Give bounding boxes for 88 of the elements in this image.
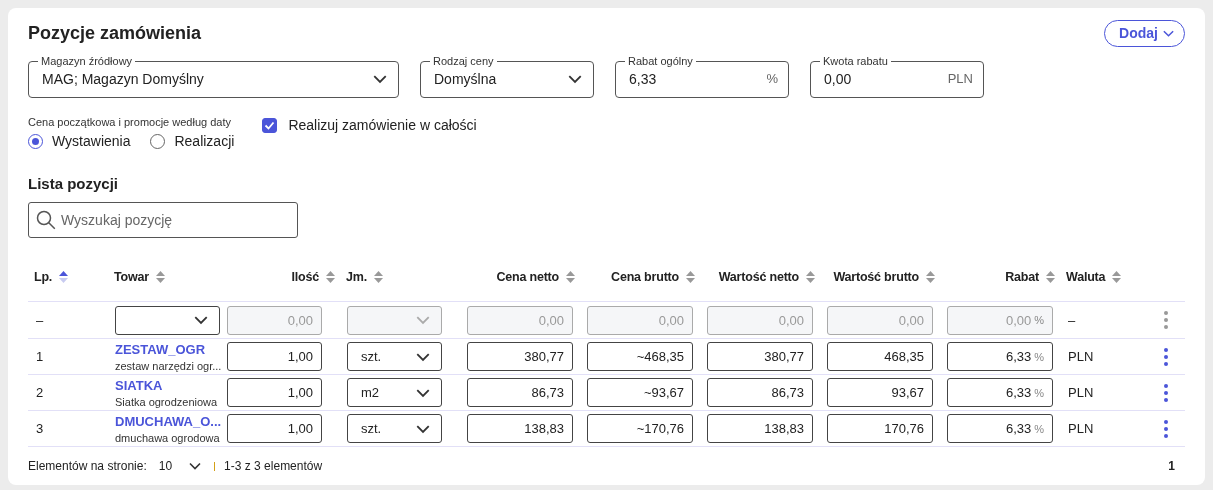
- more-options-icon[interactable]: [1164, 347, 1168, 366]
- sort-icon[interactable]: [1112, 270, 1122, 283]
- table-cell: PLN: [1067, 421, 1094, 436]
- check-icon: [264, 119, 276, 131]
- number-input[interactable]: 93,67: [827, 378, 933, 407]
- product-select[interactable]: [115, 305, 220, 335]
- select-field[interactable]: Rodzaj ceny Domyślna: [420, 55, 594, 98]
- column-header[interactable]: Cena netto: [496, 269, 559, 284]
- sort-icon[interactable]: [155, 270, 165, 283]
- section-title: Pozycje zamówienia: [28, 22, 202, 44]
- unit-label: %: [766, 71, 778, 86]
- table-cell: 1: [35, 349, 44, 364]
- sort-icon[interactable]: [59, 270, 69, 283]
- number-input[interactable]: 6,33 %: [947, 342, 1053, 371]
- more-options-icon[interactable]: [1164, 383, 1168, 402]
- number-input[interactable]: 1,00: [227, 342, 322, 371]
- more-options-icon[interactable]: [1164, 419, 1168, 438]
- number-input[interactable]: 380,77: [467, 342, 573, 371]
- input-field[interactable]: Rabat ogólny 6,33 %: [615, 55, 789, 98]
- number-input[interactable]: 86,73: [707, 378, 813, 407]
- product-name: dmuchawa ogrodowa: [115, 431, 221, 444]
- field-label: Rabat ogólny: [627, 55, 694, 67]
- column-header[interactable]: Towar: [114, 269, 149, 284]
- sort-icon[interactable]: [926, 270, 935, 283]
- sort-icon[interactable]: [566, 270, 575, 283]
- number-input[interactable]: ~170,76: [587, 414, 693, 443]
- number-input[interactable]: 468,35: [827, 342, 933, 371]
- checkbox-label: Realizuj zamówienie w całości: [288, 117, 477, 133]
- select-field[interactable]: Magazyn źródłowy MAG; Magazyn Domyślny: [28, 55, 399, 98]
- table-cell: –: [35, 312, 44, 328]
- number-input[interactable]: 1,00: [227, 414, 322, 443]
- unit-select[interactable]: m2: [347, 378, 442, 407]
- field-label: Magazyn źródłowy: [40, 55, 134, 67]
- field-value: MAG; Magazyn Domyślny: [42, 70, 204, 87]
- product-code-link[interactable]: DMUCHAWA_O...: [115, 413, 222, 429]
- column-header[interactable]: Jm.: [346, 269, 367, 284]
- search-field[interactable]: Wyszukaj pozycję: [28, 202, 298, 238]
- field-value: Domyślna: [434, 70, 497, 87]
- add-button[interactable]: Dodaj: [1104, 19, 1185, 47]
- number-input[interactable]: 138,83: [707, 414, 813, 443]
- number-input[interactable]: 138,83: [467, 414, 573, 443]
- number-input[interactable]: 6,33 %: [947, 414, 1053, 443]
- product-name: Siatka ogrodzeniowa: [115, 395, 218, 408]
- number-input[interactable]: ~93,67: [587, 378, 693, 407]
- number-input[interactable]: 1,00: [227, 378, 322, 407]
- sort-icon[interactable]: [686, 270, 695, 283]
- table-cell: PLN: [1067, 385, 1094, 400]
- product-code-link[interactable]: ZESTAW_OGR: [115, 341, 222, 357]
- unit-select[interactable]: szt.: [347, 342, 442, 371]
- product-code-link[interactable]: SIATKA: [115, 377, 218, 393]
- table-cell: –: [1067, 312, 1076, 328]
- sort-icon[interactable]: [806, 270, 815, 283]
- table-cell: 2: [35, 385, 44, 400]
- number-input[interactable]: 86,73: [467, 378, 573, 407]
- checkbox[interactable]: [262, 117, 278, 133]
- field-value: 0,00: [824, 70, 852, 87]
- number-input[interactable]: 380,77: [707, 342, 813, 371]
- table-cell: 3: [35, 421, 44, 436]
- unit-select[interactable]: szt.: [347, 414, 442, 443]
- list-title: Lista pozycji: [28, 175, 120, 192]
- page-size-select[interactable]: 10: [158, 459, 203, 473]
- column-header[interactable]: Waluta: [1066, 269, 1106, 284]
- column-header[interactable]: Wartość netto: [718, 269, 799, 284]
- column-header[interactable]: Ilość: [291, 269, 319, 284]
- unit-label: PLN: [947, 71, 973, 86]
- range-label: 1-3 z 3 elementów: [224, 459, 323, 473]
- field-value: 6,33: [629, 70, 657, 87]
- column-header[interactable]: Cena brutto: [611, 269, 679, 284]
- input-field[interactable]: Kwota rabatu 0,00 PLN: [810, 55, 984, 98]
- field-label: Rodzaj ceny: [432, 55, 495, 67]
- column-header[interactable]: Lp.: [34, 269, 53, 284]
- sort-icon[interactable]: [373, 270, 383, 283]
- product-name: zestaw narzędzi ogr...: [115, 359, 222, 372]
- sort-icon[interactable]: [326, 270, 335, 283]
- number-input[interactable]: 6,33 %: [947, 378, 1053, 407]
- page-number[interactable]: 1: [1168, 459, 1175, 473]
- number-input[interactable]: 170,76: [827, 414, 933, 443]
- page-size-label: Elementów na stronie:: [28, 459, 147, 473]
- table-cell: PLN: [1067, 349, 1094, 364]
- radio-group-label: Cena początkowa i promocje według daty: [28, 116, 232, 128]
- radio-label: Wystawienia: [52, 133, 131, 149]
- sort-icon[interactable]: [1046, 270, 1055, 283]
- column-header[interactable]: Rabat: [1005, 269, 1039, 284]
- column-header[interactable]: Wartość brutto: [833, 269, 919, 284]
- field-label: Kwota rabatu: [822, 55, 889, 67]
- search-icon: [36, 210, 56, 230]
- number-input[interactable]: ~468,35: [587, 342, 693, 371]
- radio-label: Realizacji: [174, 133, 235, 149]
